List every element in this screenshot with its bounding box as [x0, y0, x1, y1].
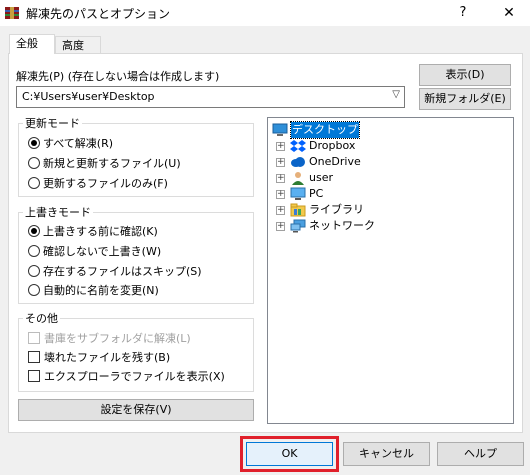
radio-skip-existing[interactable]: 存在するファイルはスキップ(S)	[28, 264, 202, 280]
tree-item-desktop[interactable]: デスクトップ	[272, 121, 472, 139]
window-title: 解凍先のパスとオプション	[26, 7, 171, 21]
checkbox-extract-to-subfolder: 書庫をサブフォルダに解凍(L)	[28, 331, 191, 347]
user-icon	[292, 172, 304, 185]
ok-button[interactable]: OK	[246, 442, 333, 466]
save-settings-button[interactable]: 設定を保存(V)	[18, 399, 254, 421]
chevron-down-icon[interactable]: ▽	[392, 89, 400, 100]
tree-item-network[interactable]: + ネットワーク	[272, 218, 472, 234]
checkbox-show-in-explorer[interactable]: エクスプローラでファイルを表示(X)	[28, 369, 225, 385]
radio-overwrite-without-prompt[interactable]: 確認しないで上書き(W)	[28, 244, 161, 260]
expand-icon[interactable]: +	[276, 190, 285, 199]
title-bar: 解凍先のパスとオプション ? ✕	[0, 0, 530, 26]
expand-icon[interactable]: +	[276, 222, 285, 231]
show-button[interactable]: 表示(D)	[419, 64, 511, 86]
tab-advanced[interactable]: 高度	[55, 36, 101, 54]
radio-button[interactable]	[28, 225, 40, 237]
radio-update-only[interactable]: 更新するファイルのみ(F)	[28, 176, 168, 192]
network-icon	[290, 219, 306, 233]
winrar-icon	[5, 7, 19, 19]
cloud-icon	[291, 157, 305, 167]
misc-title: その他	[23, 310, 60, 326]
checkbox	[28, 332, 40, 344]
radio-button[interactable]	[28, 284, 40, 296]
radio-ask-before-overwrite[interactable]: 上書きする前に確認(K)	[28, 224, 158, 240]
radio-button[interactable]	[28, 137, 40, 149]
checkbox-keep-broken-files[interactable]: 壊れたファイルを残す(B)	[28, 350, 170, 366]
path-label: 解凍先(P) (存在しない場合は作成します)	[16, 70, 220, 83]
path-value[interactable]: C:¥Users¥user¥Desktop	[22, 90, 155, 103]
tree-item-dropbox[interactable]: + Dropbox	[272, 138, 472, 154]
dialog-window: 解凍先のパスとオプション ? ✕ 全般 高度 解凍先(P) (存在しない場合は作…	[0, 0, 530, 475]
checkbox[interactable]	[28, 351, 40, 363]
radio-button[interactable]	[28, 177, 40, 189]
close-icon[interactable]: ✕	[498, 2, 520, 24]
radio-button[interactable]	[28, 157, 40, 169]
dropbox-icon	[290, 140, 306, 152]
tree-item-user[interactable]: + user	[272, 170, 472, 186]
update-mode-title: 更新モード	[23, 115, 82, 131]
radio-extract-all[interactable]: すべて解凍(R)	[28, 136, 113, 152]
checkbox[interactable]	[28, 370, 40, 382]
radio-button[interactable]	[28, 265, 40, 277]
tree-item-library[interactable]: + ライブラリ	[272, 202, 472, 218]
tree-item-pc[interactable]: + PC	[272, 186, 472, 202]
help-icon[interactable]: ?	[452, 2, 474, 24]
radio-rename-automatically[interactable]: 自動的に名前を変更(N)	[28, 283, 159, 299]
tab-general[interactable]: 全般	[9, 34, 55, 54]
desktop-icon	[272, 123, 288, 136]
folder-tree[interactable]: デスクトップ + Dropbox + OneDrive + user + PC …	[267, 117, 514, 424]
new-folder-button[interactable]: 新規フォルダ(E)	[419, 88, 511, 110]
expand-icon[interactable]: +	[276, 174, 285, 183]
expand-icon[interactable]: +	[276, 206, 285, 215]
path-combobox[interactable]: C:¥Users¥user¥Desktop ▽	[16, 86, 405, 108]
radio-new-and-update[interactable]: 新規と更新するファイル(U)	[28, 156, 181, 172]
overwrite-mode-title: 上書きモード	[23, 204, 93, 220]
tree-item-onedrive[interactable]: + OneDrive	[272, 154, 472, 170]
cancel-button[interactable]: キャンセル	[343, 442, 430, 466]
expand-icon[interactable]: +	[276, 158, 285, 167]
radio-button[interactable]	[28, 245, 40, 257]
expand-icon[interactable]: +	[276, 142, 285, 151]
library-icon	[290, 203, 306, 217]
computer-icon	[290, 187, 306, 200]
help-button[interactable]: ヘルプ	[437, 442, 524, 466]
